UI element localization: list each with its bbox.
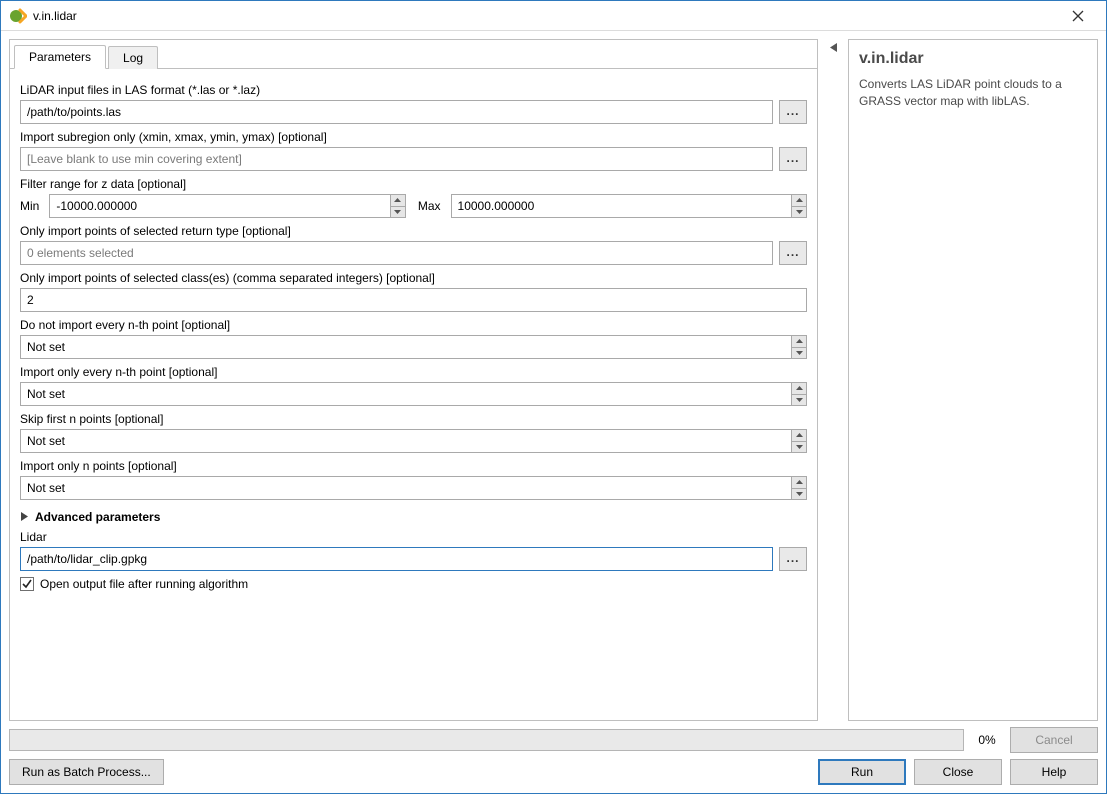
window-title: v.in.lidar [33,9,77,23]
advanced-parameters-toggle[interactable]: Advanced parameters [20,510,807,524]
return-type-field[interactable] [20,241,773,265]
zrange-min-up[interactable] [390,195,405,207]
output-field[interactable] [20,547,773,571]
subregion-label: Import subregion only (xmin, xmax, ymin,… [20,130,807,144]
help-text: Converts LAS LiDAR point clouds to a GRA… [859,76,1087,110]
app-icon [9,7,27,25]
lidar-input-label: LiDAR input files in LAS format (*.las o… [20,83,807,97]
skip-first-down[interactable] [791,442,806,453]
import-only-up[interactable] [791,477,806,489]
chevron-right-icon [20,510,29,524]
zrange-max-label: Max [418,199,441,213]
return-type-label: Only import points of selected return ty… [20,224,807,238]
help-button[interactable]: Help [1010,759,1098,785]
output-label: Lidar [20,530,807,544]
class-filter-label: Only import points of selected class(es)… [20,271,807,285]
subregion-browse-button[interactable]: ... [779,147,807,171]
progress-bar [9,729,964,751]
import-only-down[interactable] [791,489,806,500]
skip-every-label: Do not import every n-th point [optional… [20,318,807,332]
run-batch-button[interactable]: Run as Batch Process... [9,759,164,785]
close-button[interactable]: Close [914,759,1002,785]
zrange-min-field[interactable] [49,194,406,218]
skip-every-up[interactable] [791,336,806,348]
zrange-max-down[interactable] [791,207,806,218]
close-window-button[interactable] [1058,2,1098,30]
open-output-checkbox[interactable] [20,577,34,591]
return-type-browse-button[interactable]: ... [779,241,807,265]
skip-every-down[interactable] [791,348,806,359]
tab-parameters[interactable]: Parameters [14,45,106,69]
titlebar: v.in.lidar [1,1,1106,31]
skip-first-up[interactable] [791,430,806,442]
class-filter-field[interactable] [20,288,807,312]
zrange-min-label: Min [20,199,39,213]
import-only-label: Import only n points [optional] [20,459,807,473]
import-every-label: Import only every n-th point [optional] [20,365,807,379]
lidar-input-browse-button[interactable]: ... [779,100,807,124]
help-title: v.in.lidar [859,50,1087,68]
zrange-max-field[interactable] [451,194,808,218]
skip-every-field[interactable] [20,335,807,359]
zrange-max-up[interactable] [791,195,806,207]
cancel-button: Cancel [1010,727,1098,753]
progress-percent: 0% [972,733,1002,747]
open-output-label: Open output file after running algorithm [40,577,248,591]
output-browse-button[interactable]: ... [779,547,807,571]
import-every-up[interactable] [791,383,806,395]
skip-first-label: Skip first n points [optional] [20,412,807,426]
zrange-label: Filter range for z data [optional] [20,177,807,191]
import-every-down[interactable] [791,395,806,406]
skip-first-field[interactable] [20,429,807,453]
zrange-min-down[interactable] [390,207,405,218]
import-every-field[interactable] [20,382,807,406]
dialog-window: v.in.lidar Parameters Log LiDAR input fi… [0,0,1107,794]
parameters-panel: Parameters Log LiDAR input files in LAS … [9,39,818,721]
tab-log[interactable]: Log [108,46,158,69]
run-button[interactable]: Run [818,759,906,785]
help-panel: v.in.lidar Converts LAS LiDAR point clou… [848,39,1098,721]
advanced-label: Advanced parameters [35,510,160,524]
lidar-input-field[interactable] [20,100,773,124]
import-only-field[interactable] [20,476,807,500]
subregion-field[interactable] [20,147,773,171]
help-collapse-handle[interactable] [826,39,840,721]
